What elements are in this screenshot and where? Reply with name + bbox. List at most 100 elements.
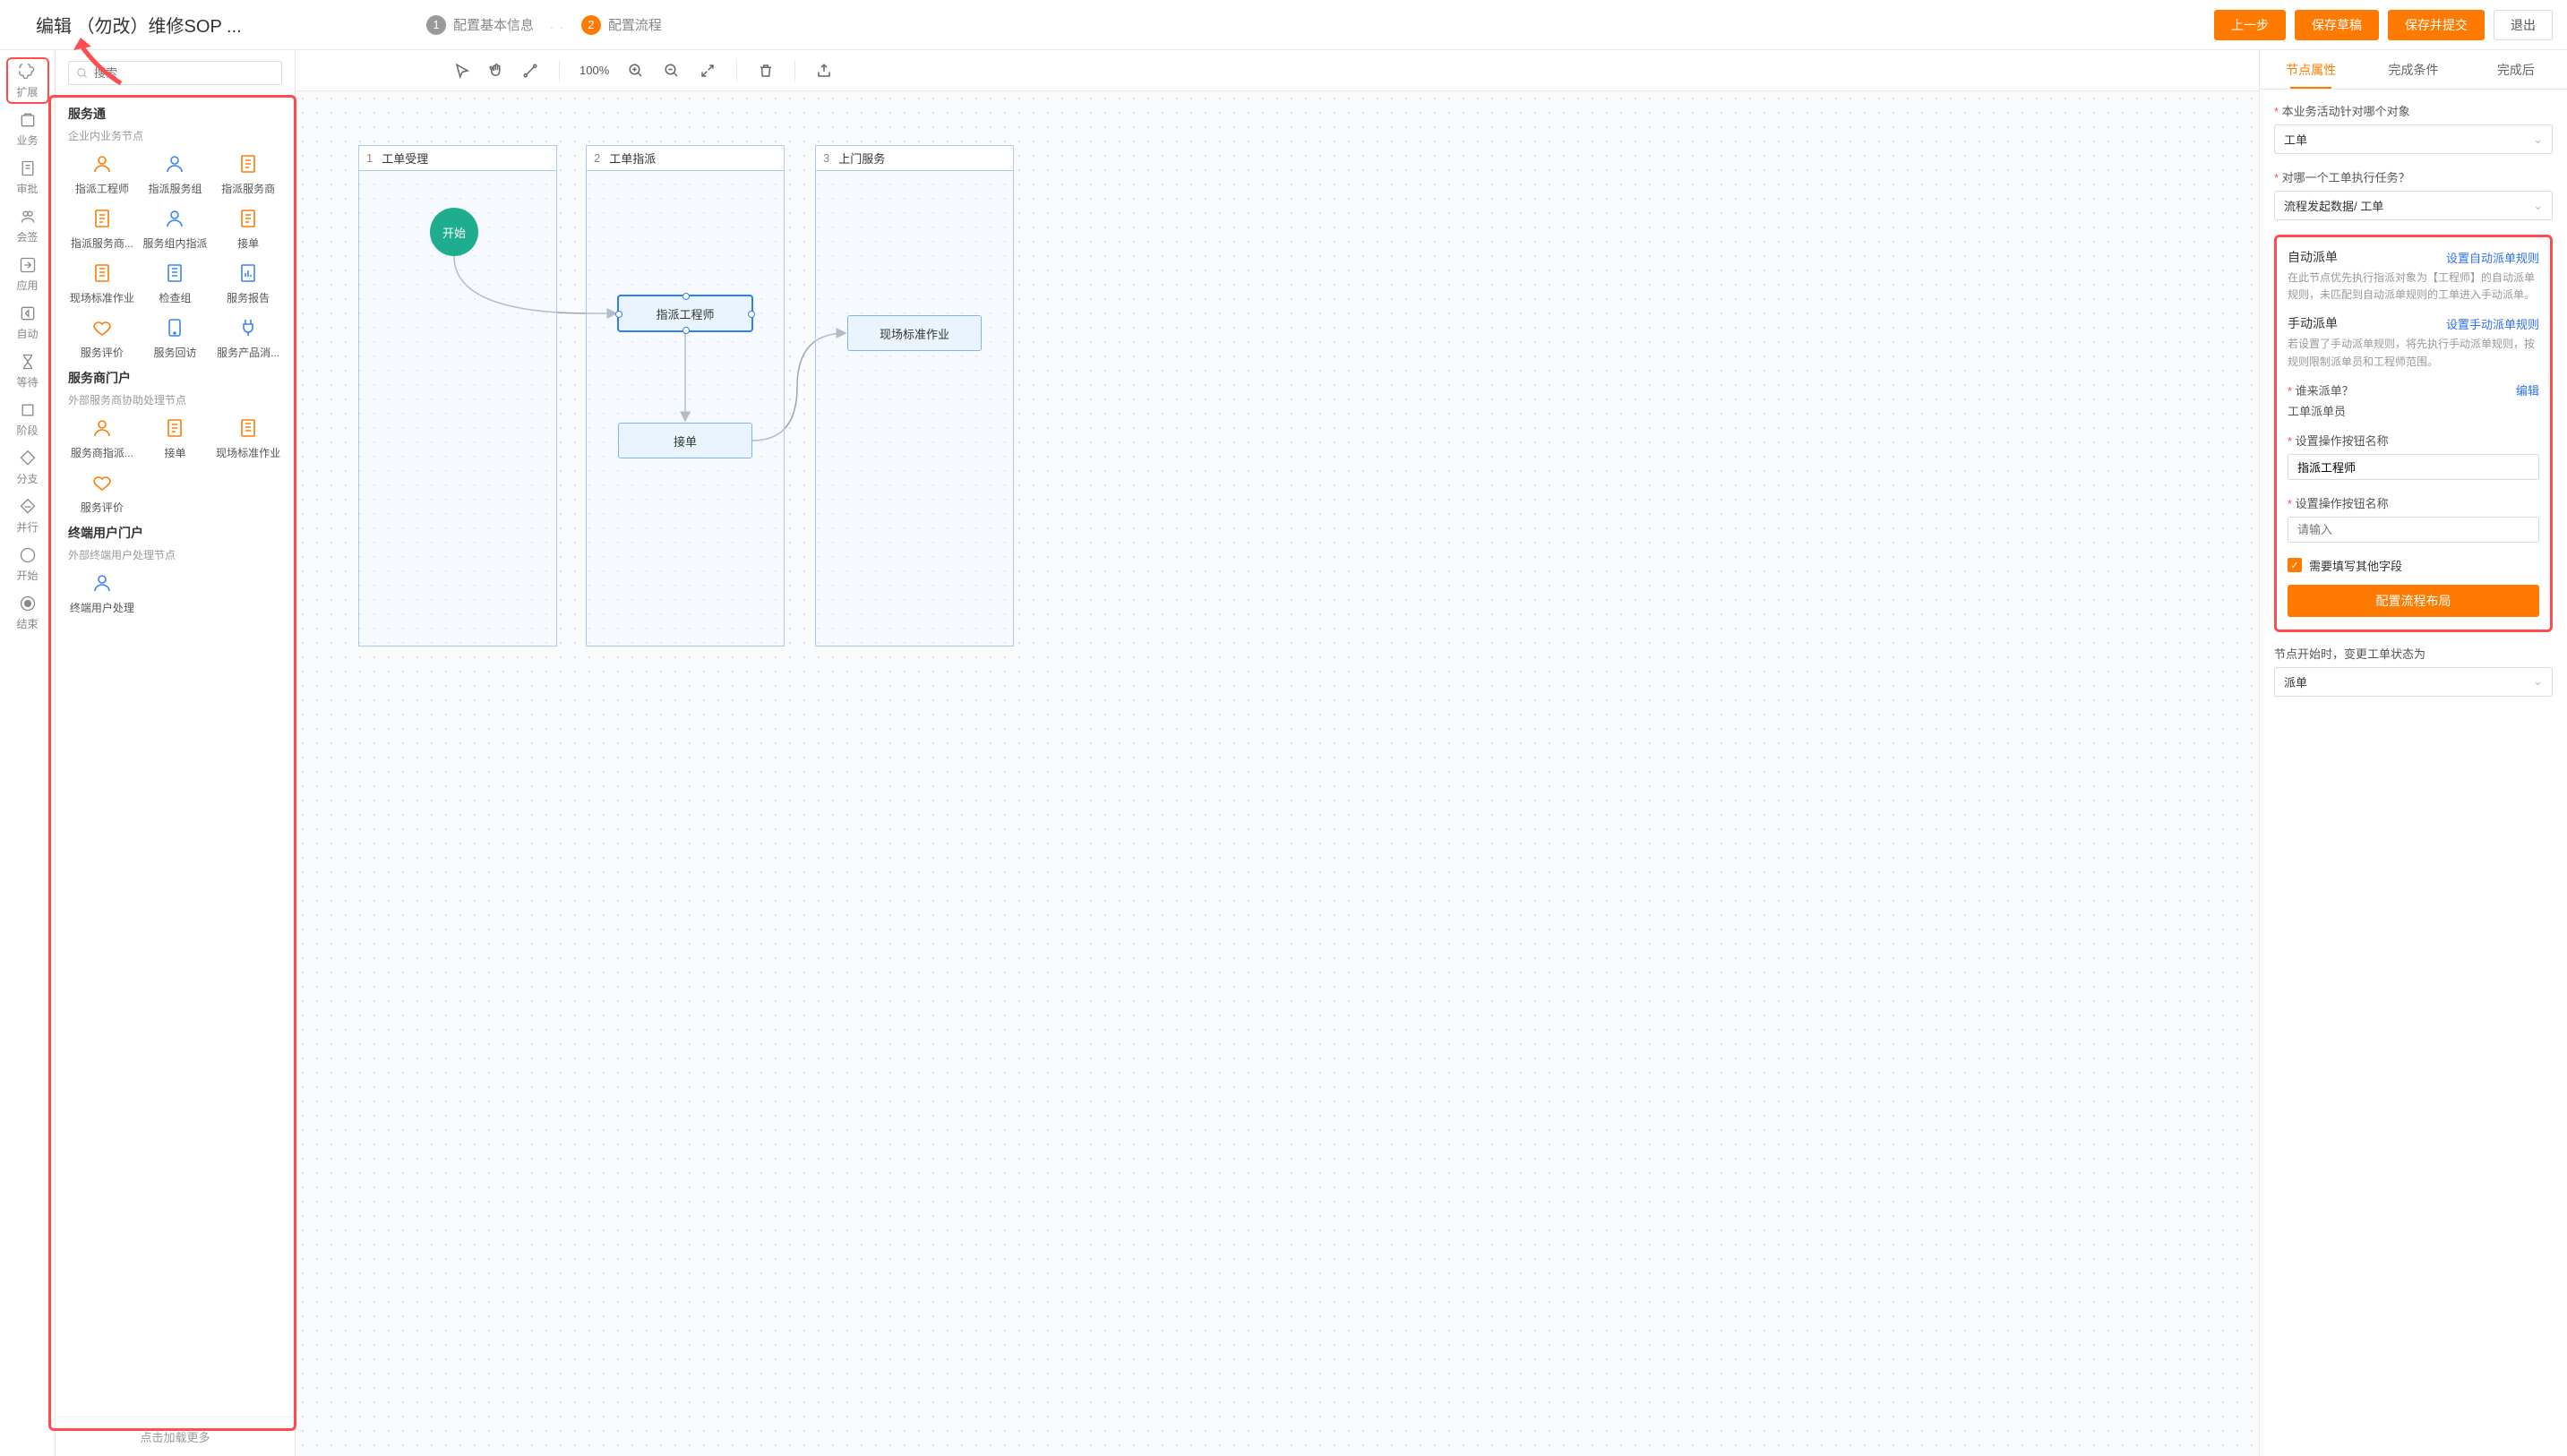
rail-parallel[interactable]: 并行: [6, 492, 49, 539]
palette-node[interactable]: 指派服务商...: [68, 207, 136, 251]
palette-node-label: 服务组内指派: [142, 236, 207, 251]
wizard-steps: 1 配置基本信息 . . 2 配置流程: [373, 15, 2214, 35]
export-button[interactable]: [810, 56, 838, 85]
need-other-fields-checkbox[interactable]: ✓ 需要填写其他字段: [2288, 557, 2539, 574]
rail-label: 等待: [16, 374, 38, 390]
rail-end[interactable]: 结束: [6, 589, 49, 636]
user-icon: [163, 152, 186, 176]
search-icon: [76, 67, 89, 80]
palette-node[interactable]: 现场标准作业: [214, 416, 282, 460]
zoom-in-button[interactable]: [622, 56, 650, 85]
properties-panel: 节点属性 完成条件 完成后 本业务活动针对哪个对象 工单 ⌄ 对哪一个工单执行任…: [2259, 50, 2567, 1456]
save-submit-button[interactable]: 保存并提交: [2388, 10, 2485, 40]
rail-app[interactable]: 应用: [6, 251, 49, 297]
palette-node[interactable]: 服务评价: [68, 316, 136, 360]
step-config-flow[interactable]: 2 配置流程: [581, 15, 662, 35]
zoom-out-button[interactable]: [657, 56, 686, 85]
auto-dispatch-title: 自动派单: [2288, 248, 2338, 266]
flow-start-node[interactable]: 开始: [430, 208, 478, 256]
rail-approval[interactable]: 审批: [6, 154, 49, 201]
palette-node[interactable]: 接单: [214, 207, 282, 251]
rail-stage[interactable]: 阶段: [6, 396, 49, 442]
target-object-select[interactable]: 工单 ⌄: [2274, 124, 2553, 154]
who-dispatch-label: 谁来派单？: [2288, 381, 2354, 398]
action-btn-name-input[interactable]: [2288, 454, 2539, 480]
swimlane[interactable]: 2工单指派: [586, 145, 785, 647]
export-icon: [816, 63, 832, 79]
config-layout-button[interactable]: 配置流程布局: [2288, 585, 2539, 617]
action-btn-name2-label: 设置操作按钮名称: [2288, 494, 2539, 511]
tab-after-complete[interactable]: 完成后: [2465, 50, 2567, 89]
palette-node[interactable]: 接单: [142, 416, 210, 460]
palette-node[interactable]: 检查组: [142, 261, 210, 305]
cursor-icon: [454, 63, 470, 79]
step-config-basic[interactable]: 1 配置基本信息: [426, 15, 534, 35]
lane-header[interactable]: 2工单指派: [587, 146, 784, 171]
load-more-button[interactable]: 点击加载更多: [56, 1417, 295, 1456]
app-header: 编辑 （勿改）维修SOP ... 1 配置基本信息 . . 2 配置流程 上一步…: [0, 0, 2567, 50]
user-icon: [90, 152, 114, 176]
lane-header[interactable]: 3上门服务: [816, 146, 1013, 171]
palette-node[interactable]: 终端用户处理: [68, 571, 136, 615]
rail-countersign[interactable]: 会签: [6, 202, 49, 249]
plug-icon: [236, 316, 260, 339]
rail-start[interactable]: 开始: [6, 541, 49, 587]
pan-tool[interactable]: [482, 56, 511, 85]
step-label: 配置流程: [608, 15, 662, 34]
rail-label: 阶段: [16, 423, 38, 438]
rail-label: 自动: [16, 326, 38, 341]
search-input[interactable]: [94, 66, 274, 80]
save-draft-button[interactable]: 保存草稿: [2295, 10, 2379, 40]
tab-complete-condition[interactable]: 完成条件: [2362, 50, 2464, 89]
rail-wait[interactable]: 等待: [6, 347, 49, 394]
auto-dispatch-rule-link[interactable]: 设置自动派单规则: [2446, 249, 2539, 266]
palette-node-label: 指派服务商: [221, 181, 275, 196]
palette-grid: 指派工程师指派服务组 指派服务商指派服务商... 服务组内指派接单现场标准作业检查组…: [68, 152, 282, 360]
palette-node[interactable]: 服务商指派...: [68, 416, 136, 460]
status-change-select[interactable]: 派单 ⌄: [2274, 667, 2553, 697]
palette-node-label: 接单: [164, 445, 185, 460]
flow-node[interactable]: 指派工程师: [618, 295, 752, 331]
palette-node-label: 指派服务组: [148, 181, 202, 196]
user-icon: [90, 416, 114, 440]
connector-tool[interactable]: [516, 56, 545, 85]
palette-node[interactable]: 现场标准作业: [68, 261, 136, 305]
status-change-label: 节点开始时，变更工单状态为: [2274, 645, 2553, 662]
resize-handle[interactable]: [683, 327, 690, 334]
flow-node[interactable]: 现场标准作业: [847, 315, 982, 351]
resize-handle[interactable]: [615, 311, 622, 318]
flow-canvas[interactable]: 1工单受理 2工单指派 3上门服务开始指派工程师接单 现场标准作业: [296, 91, 2259, 1456]
rail-extend[interactable]: 扩展: [6, 57, 49, 104]
search-input-wrap[interactable]: [68, 61, 282, 85]
who-dispatch-edit-link[interactable]: 编辑: [2516, 381, 2539, 398]
auto-icon: [19, 304, 37, 322]
manual-dispatch-rule-link[interactable]: 设置手动派单规则: [2446, 315, 2539, 332]
rail-auto[interactable]: 自动: [6, 299, 49, 346]
flow-node[interactable]: 接单: [618, 423, 752, 458]
palette-node[interactable]: 服务组内指派: [142, 207, 210, 251]
rail-label: 审批: [16, 181, 38, 196]
palette-node[interactable]: 服务报告: [214, 261, 282, 305]
pointer-tool[interactable]: [448, 56, 476, 85]
tab-node-props[interactable]: 节点属性: [2260, 50, 2362, 89]
palette-node[interactable]: 服务产品消...: [214, 316, 282, 360]
palette-node[interactable]: 服务评价: [68, 471, 136, 515]
resize-handle[interactable]: [748, 311, 755, 318]
prev-step-button[interactable]: 上一步: [2214, 10, 2286, 40]
palette-node[interactable]: 指派服务商: [214, 152, 282, 196]
chevron-down-icon: ⌄: [2533, 674, 2543, 689]
rail-business[interactable]: 业务: [6, 106, 49, 152]
action-btn-name2-input[interactable]: [2288, 517, 2539, 543]
resize-handle[interactable]: [683, 293, 690, 300]
palette-node[interactable]: 指派服务组: [142, 152, 210, 196]
swimlane[interactable]: 3上门服务: [815, 145, 1014, 647]
page-title: 编辑 （勿改）维修SOP ...: [14, 12, 373, 38]
palette-node[interactable]: 服务回访: [142, 316, 210, 360]
rail-branch[interactable]: 分支: [6, 444, 49, 491]
palette-node[interactable]: 指派工程师: [68, 152, 136, 196]
delete-button[interactable]: [751, 56, 780, 85]
task-target-select[interactable]: 流程发起数据/ 工单 ⌄: [2274, 191, 2553, 220]
lane-header[interactable]: 1工单受理: [359, 146, 556, 171]
exit-button[interactable]: 退出: [2494, 10, 2553, 40]
fit-view-button[interactable]: [693, 56, 722, 85]
